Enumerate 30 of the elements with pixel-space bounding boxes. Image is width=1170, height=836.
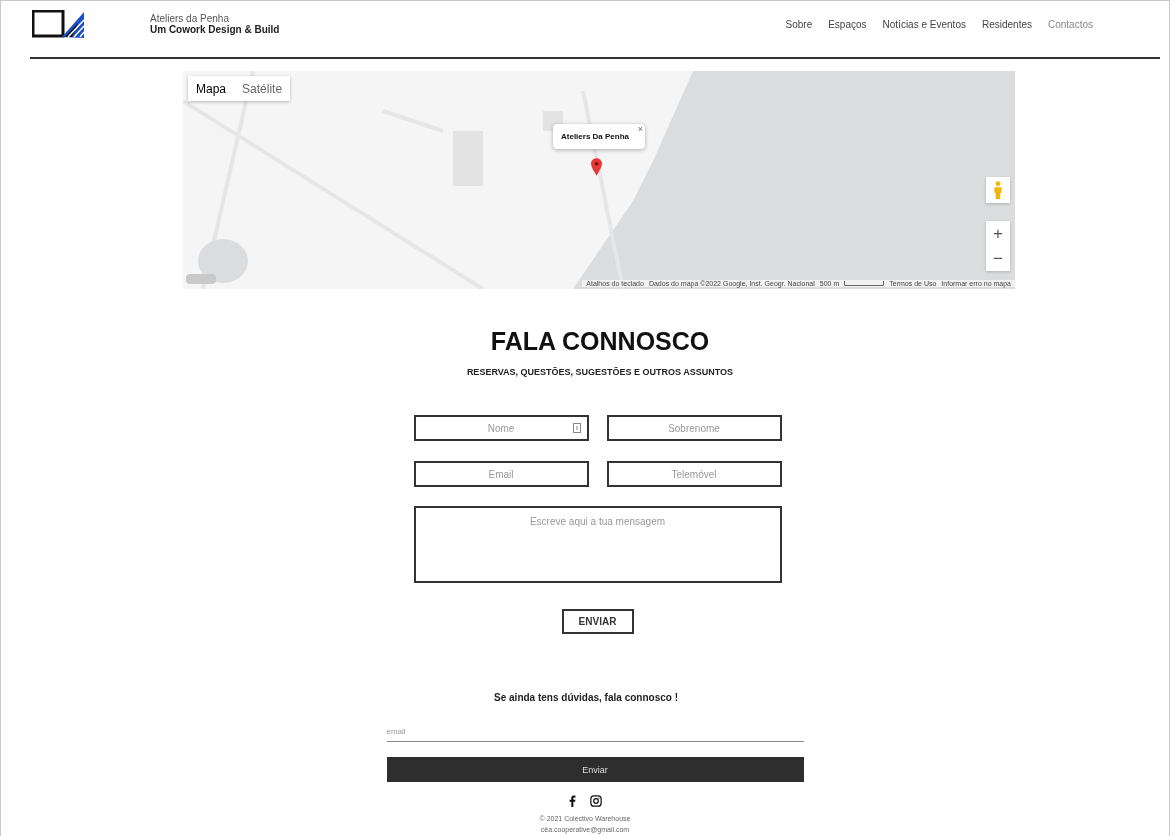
nav-link[interactable]: Sobre [785,18,813,30]
zoom-out-button[interactable]: − [986,246,1010,271]
map-type-tab[interactable]: Mapa [188,76,235,101]
submit-button[interactable]: Enviar [386,757,804,782]
input-field[interactable]: Telemóvel [606,461,782,487]
message-field[interactable]: Escreve aqui a tua mensagem [413,506,782,583]
scale-bar-icon [844,281,885,286]
instagram-icon[interactable] [589,795,602,807]
close-button[interactable]: × [637,125,644,134]
map-type-tab[interactable]: Satélite [234,76,291,101]
nav-link[interactable]: Notícias e Eventos [882,18,966,30]
place-name: Ateliers Da Penha [561,132,630,141]
nav-link[interactable]: Residentes [981,18,1032,30]
map-pin-icon[interactable] [591,158,602,176]
zoom-in-button[interactable]: + [986,221,1010,246]
input-field[interactable]: Email [413,461,589,487]
logo-icon[interactable] [32,10,86,40]
input-field[interactable]: Sobrenome [606,415,782,441]
nav-link[interactable]: Espaços [828,18,867,30]
newsletter-title: Se ainda tens dúvidas, fala connosco ! [494,692,678,703]
section-subtitle: RESERVAS, QUESTÕES, SUGESTÕES E OUTROS ASSUNTOS [466,367,734,377]
autofill-icon[interactable] [572,423,581,433]
person-icon [993,181,1003,199]
input-field[interactable]: Nome [413,415,589,441]
submit-button[interactable]: ENVIAR [561,609,634,634]
site-name: Ateliers da Penha [150,13,230,24]
site-tagline: Um Cowork Design & Build [150,24,280,35]
section-title: FALA CONNOSCO [490,327,710,356]
facebook-icon[interactable] [568,795,576,807]
nav-link[interactable]: Contactos [1047,18,1093,30]
